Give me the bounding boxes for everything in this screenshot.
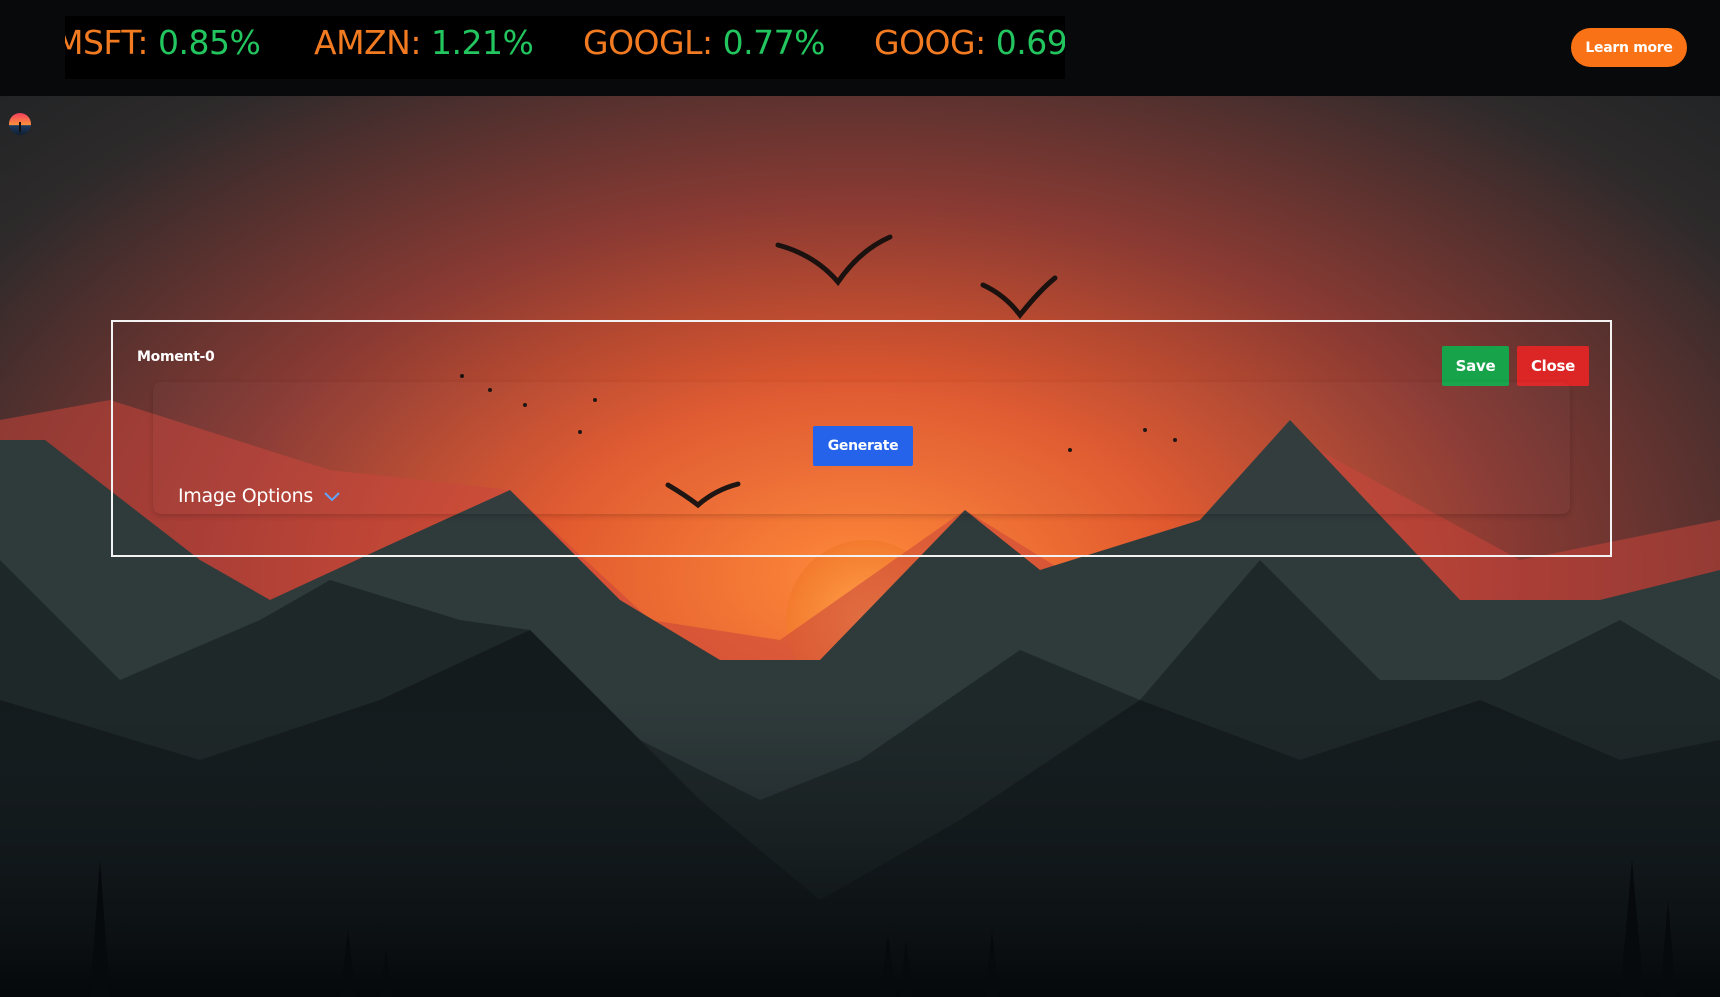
ticker-change: 1.21% <box>430 23 534 62</box>
close-button[interactable]: Close <box>1517 346 1589 386</box>
ticker-item: GOOG: 0.69% <box>874 23 1065 62</box>
moment-panel: Moment-0 Save Close Generate Image Optio… <box>111 320 1612 557</box>
chevron-down-icon <box>324 492 340 502</box>
ticker-item: MSFT: 0.85% <box>65 23 261 62</box>
save-button[interactable]: Save <box>1442 346 1509 386</box>
image-options-label: Image Options <box>178 485 313 507</box>
ticker-symbol: GOOGL: <box>583 23 713 62</box>
top-bar: MSFT: 0.85% AMZN: 1.21% GOOGL: 0.77% GOO… <box>0 0 1720 96</box>
sunset-logo-icon[interactable] <box>8 112 32 136</box>
generate-button[interactable]: Generate <box>813 426 913 466</box>
ticker-item: AMZN: 1.21% <box>314 23 534 62</box>
ticker-change: 0.77% <box>722 23 826 62</box>
stock-ticker: MSFT: 0.85% AMZN: 1.21% GOOGL: 0.77% GOO… <box>65 16 1065 79</box>
moment-title: Moment-0 <box>137 349 215 365</box>
ticker-change: 0.85% <box>157 23 261 62</box>
ticker-item: GOOGL: 0.77% <box>583 23 825 62</box>
ticker-symbol: GOOG: <box>874 23 986 62</box>
ticker-change: 0.69% <box>995 23 1065 62</box>
learn-more-button[interactable]: Learn more <box>1571 28 1687 67</box>
image-options-toggle[interactable]: Image Options <box>178 485 341 507</box>
ticker-symbol: MSFT: <box>65 23 148 62</box>
ticker-symbol: AMZN: <box>314 23 421 62</box>
